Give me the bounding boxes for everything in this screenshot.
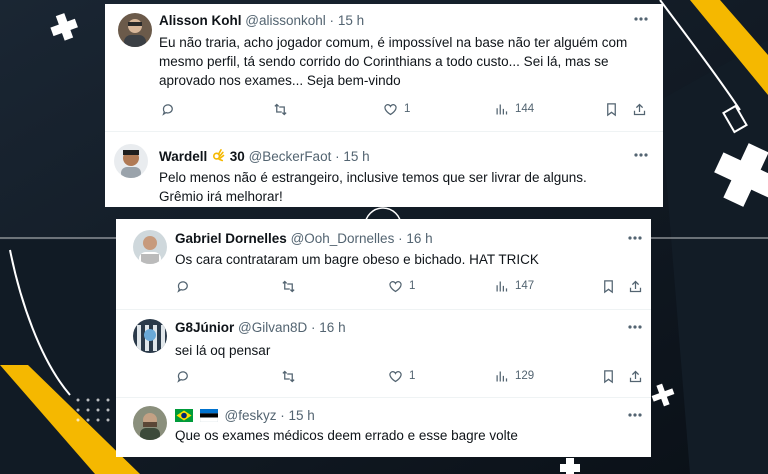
tweet-actions: 1 144 <box>161 100 663 118</box>
like-count: 1 <box>409 280 416 292</box>
display-name[interactable]: Alisson Kohl <box>159 13 242 28</box>
bookmark-icon <box>604 369 613 383</box>
heart-icon <box>384 103 397 115</box>
display-name-text: Wardell <box>159 149 208 164</box>
tweet-text: Os cara contrataram um bagre obeso e bic… <box>175 252 539 267</box>
retweet-icon <box>274 103 287 115</box>
user-handle[interactable]: @Gilvan8D <box>238 320 307 335</box>
like-button[interactable]: 1 <box>388 367 415 385</box>
display-name-number: 30 <box>229 149 245 164</box>
view-count: 147 <box>515 280 535 292</box>
like-count: 1 <box>409 370 416 382</box>
share-icon <box>633 103 646 115</box>
views-button[interactable]: 144 <box>494 100 534 118</box>
timestamp[interactable]: 15 h <box>338 13 364 28</box>
more-icon[interactable] <box>627 324 643 330</box>
share-button[interactable] <box>632 100 647 118</box>
views-icon <box>496 104 508 114</box>
avatar[interactable] <box>133 319 167 353</box>
heart-icon <box>389 280 402 292</box>
reply-icon <box>177 280 188 293</box>
timestamp[interactable]: 15 h <box>289 408 315 423</box>
more-icon[interactable] <box>633 16 649 22</box>
views-button[interactable]: 129 <box>494 367 534 385</box>
timestamp[interactable]: 16 h <box>406 231 432 246</box>
avatar[interactable] <box>133 406 167 440</box>
tweet-card-1: Alisson Kohl @alissonkohl · 15 h Eu não … <box>105 4 663 207</box>
avatar[interactable] <box>118 13 152 47</box>
user-handle[interactable]: @Ooh_Dornelles <box>291 231 395 246</box>
views-icon <box>496 281 508 291</box>
like-count: 1 <box>404 103 411 115</box>
separator-dot: · <box>280 408 285 423</box>
more-icon[interactable] <box>627 235 643 241</box>
tweet[interactable]: @feskyz · 15 h Que os exames médicos dee… <box>116 398 651 457</box>
retweet-button[interactable] <box>273 100 288 118</box>
bookmark-button[interactable] <box>601 367 616 385</box>
views-button[interactable]: 147 <box>494 277 534 295</box>
separator-dot: · <box>311 320 316 335</box>
bookmark-icon <box>604 279 613 293</box>
reply-button[interactable] <box>176 367 191 385</box>
like-button[interactable]: 1 <box>388 277 415 295</box>
reply-icon <box>177 370 188 383</box>
more-icon[interactable] <box>633 152 649 158</box>
estonia-flag-icon <box>199 409 219 426</box>
tweet[interactable]: G8Júnior @Gilvan8D · 16 h sei lá oq pens… <box>116 310 651 397</box>
tweet-text: sei lá oq pensar <box>175 343 271 358</box>
display-name[interactable]: G8Júnior <box>175 320 234 335</box>
tweet[interactable]: Gabriel Dornelles @Ooh_Dornelles · 16 h … <box>116 219 651 309</box>
like-button[interactable]: 1 <box>383 100 410 118</box>
share-button[interactable] <box>628 277 643 295</box>
reply-button[interactable] <box>161 100 176 118</box>
share-button[interactable] <box>628 367 643 385</box>
brazil-flag-icon <box>175 409 193 426</box>
retweet-button[interactable] <box>281 277 296 295</box>
user-handle[interactable]: @BeckerFaot <box>249 149 332 164</box>
bookmark-button[interactable] <box>604 100 619 118</box>
view-count: 144 <box>515 103 535 115</box>
avatar[interactable] <box>114 144 148 178</box>
separator-dot: · <box>335 149 340 164</box>
view-count: 129 <box>515 370 535 382</box>
views-icon <box>496 371 508 381</box>
timestamp[interactable]: 15 h <box>343 149 369 164</box>
tweet[interactable]: Wardell 30 @BeckerFaot · 15 h Pelo menos… <box>105 132 663 207</box>
share-icon <box>629 280 642 292</box>
heart-icon <box>389 370 402 382</box>
ok-hand-emoji-icon <box>213 149 225 162</box>
tweet[interactable]: Alisson Kohl @alissonkohl · 15 h Eu não … <box>105 4 663 129</box>
display-name[interactable]: Gabriel Dornelles <box>175 231 287 246</box>
bookmark-button[interactable] <box>601 277 616 295</box>
reply-button[interactable] <box>176 277 191 295</box>
tweet-text: Que os exames médicos deem errado e esse… <box>175 428 518 443</box>
user-handle[interactable]: @alissonkohl <box>245 13 326 28</box>
separator-dot: · <box>329 13 335 28</box>
bookmark-icon <box>607 102 616 116</box>
avatar[interactable] <box>133 230 167 264</box>
tweet-text: Eu não traria, acho jogador comum, é imp… <box>159 35 628 88</box>
retweet-icon <box>282 280 295 292</box>
reply-icon <box>162 103 173 116</box>
retweet-button[interactable] <box>281 367 296 385</box>
tweet-card-2: Gabriel Dornelles @Ooh_Dornelles · 16 h … <box>116 219 651 457</box>
user-handle[interactable]: @feskyz <box>225 408 277 423</box>
tweet-actions: 1 147 <box>176 277 651 295</box>
timestamp[interactable]: 16 h <box>319 320 345 335</box>
retweet-icon <box>282 370 295 382</box>
more-icon[interactable] <box>627 412 643 418</box>
tweet-text: Pelo menos não é estrangeiro, inclusive … <box>159 170 587 204</box>
display-name[interactable]: Wardell 30 <box>159 149 249 164</box>
separator-dot: · <box>398 231 403 246</box>
share-icon <box>629 370 642 382</box>
tweet-actions: 1 129 <box>176 367 651 385</box>
